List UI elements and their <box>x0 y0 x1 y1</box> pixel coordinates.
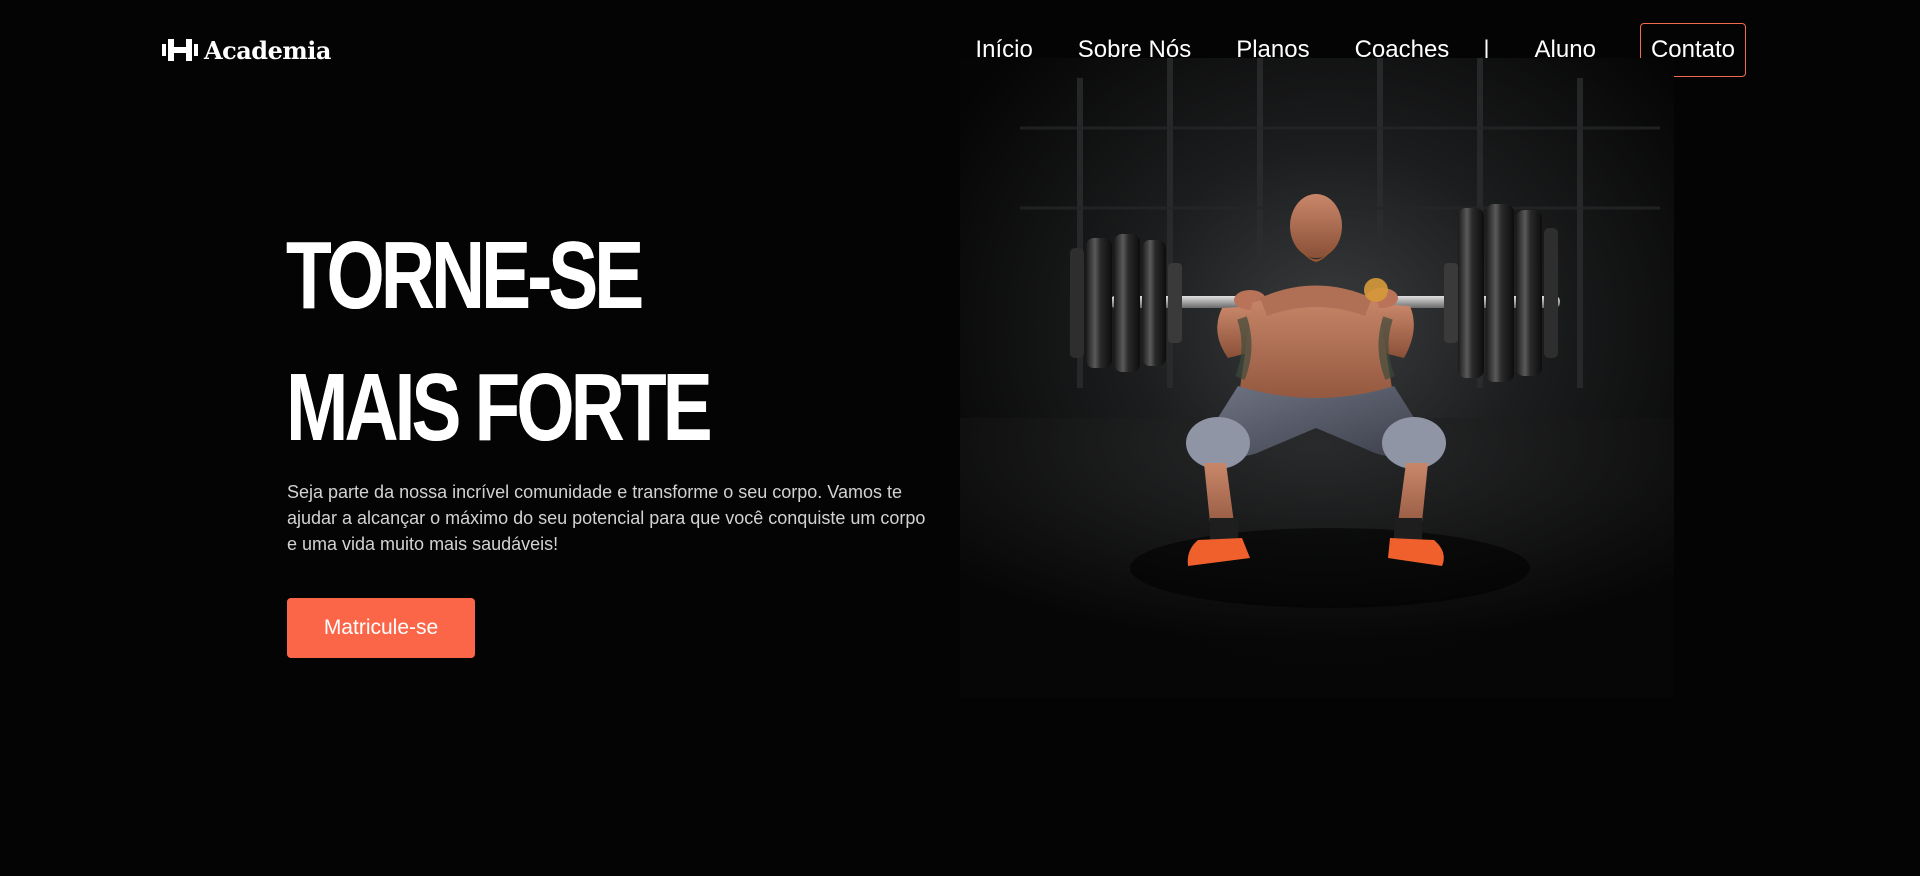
logo[interactable]: Academia <box>162 33 331 67</box>
hero-image <box>960 58 1674 698</box>
hero-title-line-1: TORNE-SE <box>286 222 644 329</box>
enroll-button[interactable]: Matricule-se <box>287 598 475 658</box>
hero-title: TORNE-SE MAIS FORTE <box>286 210 713 474</box>
hero-title-line-2: MAIS FORTE <box>286 354 713 461</box>
landing-page: Academia Início Sobre Nós Planos Coaches… <box>0 0 1920 876</box>
weightlifter-image <box>960 58 1674 698</box>
logo-text: Academia <box>204 35 331 65</box>
dumbbell-icon <box>162 39 198 61</box>
hero-description: Seja parte da nossa incrível comunidade … <box>287 482 926 554</box>
